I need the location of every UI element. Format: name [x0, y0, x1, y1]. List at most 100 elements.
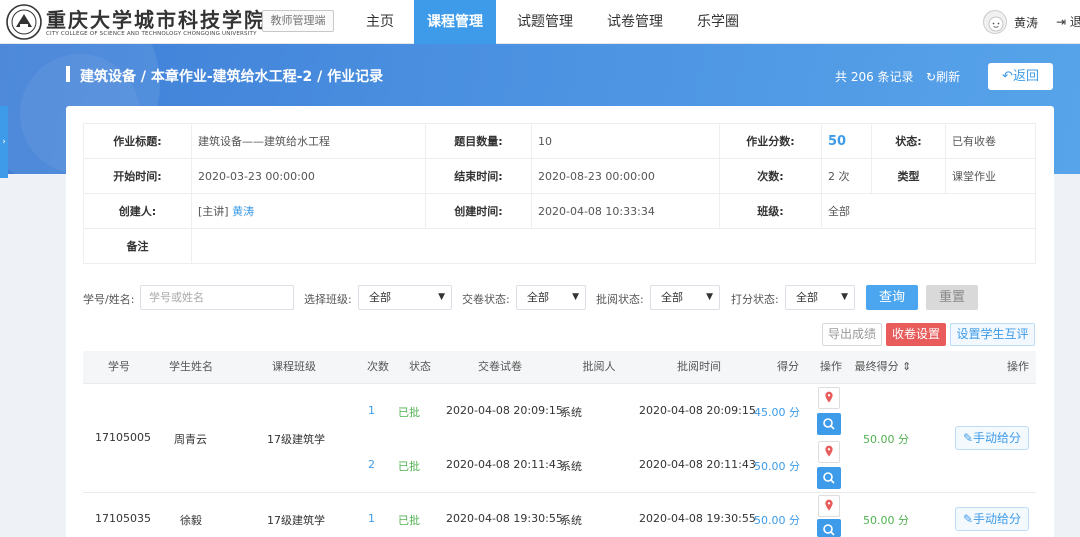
final-score: 50.00 分 — [863, 514, 909, 527]
avatar[interactable] — [983, 10, 1007, 34]
school-name-en: CITY COLLEGE OF SCIENCE AND TECHNOLOGY C… — [46, 31, 257, 37]
row-divider — [83, 492, 1036, 493]
final-score: 50.00 分 — [863, 433, 909, 446]
flag-button[interactable] — [818, 441, 840, 463]
grade-filter-label: 打分状态: — [731, 293, 779, 306]
attempt-score: 50.00 分 — [754, 460, 800, 473]
zoom-icon — [823, 524, 835, 536]
review-time: 2020-04-08 20:09:15 — [639, 404, 756, 417]
attempt-status: 已批 — [398, 460, 420, 473]
created-time-label: 创建时间: — [425, 193, 532, 229]
status-label: 状态: — [871, 123, 946, 159]
nav-course-management[interactable]: 课程管理 — [414, 0, 496, 44]
logout-button[interactable]: ⇥ 退 — [1056, 13, 1080, 30]
count-label: 题目数量: — [425, 123, 532, 159]
pin-icon — [825, 445, 833, 457]
submit-select-value: 全部 — [527, 291, 549, 304]
grade-status-select[interactable]: 全部 ▼ — [785, 285, 855, 310]
submit-status-select[interactable]: 全部 ▼ — [516, 285, 586, 310]
caret-down-icon: ▼ — [438, 292, 445, 302]
col-status: 状态 — [409, 360, 431, 373]
export-scores-button[interactable]: 导出成绩 — [822, 323, 882, 346]
back-icon: ↶ — [1002, 69, 1013, 84]
pin-icon — [825, 499, 833, 511]
creator-role: [主讲] — [198, 205, 229, 218]
col-final-score-label: 最终得分 — [854, 360, 899, 373]
view-paper-button[interactable] — [817, 467, 841, 489]
nav-home[interactable]: 主页 — [352, 0, 408, 44]
collect-settings-button[interactable]: 收卷设置 — [886, 323, 946, 346]
attempt-number[interactable]: 1 — [368, 512, 375, 525]
note-label: 备注 — [83, 228, 192, 264]
table-header: 学号 学生姓名 课程班级 次数 状态 交卷试卷 批阅人 批阅时间 得分 操作 最… — [83, 351, 1036, 383]
col-review-time: 批阅时间 — [677, 360, 721, 373]
manual-grade-button[interactable]: ✎手动给分 — [955, 426, 1029, 450]
title-label: 作业标题: — [83, 123, 192, 159]
student-class: 17级建筑学 — [267, 514, 325, 527]
col-action: 操作 — [820, 360, 842, 373]
student-id: 17105005 — [95, 431, 151, 444]
flag-button[interactable] — [818, 387, 840, 409]
view-paper-button[interactable] — [817, 519, 841, 537]
caret-down-icon: ▼ — [572, 292, 579, 302]
logout-icon: ⇥ — [1056, 15, 1067, 29]
creator-value: [主讲] 黄涛 — [191, 193, 426, 229]
caret-down-icon: ▼ — [706, 292, 713, 302]
attempt-number[interactable]: 2 — [368, 458, 375, 471]
flag-button[interactable] — [818, 495, 840, 517]
start-time-value: 2020-03-23 00:00:00 — [191, 158, 426, 194]
top-navbar: 重庆大学城市科技学院 CITY COLLEGE OF SCIENCE AND T… — [0, 0, 1080, 44]
submit-filter-label: 交卷状态: — [462, 293, 510, 306]
record-count: 共 206 条记录 — [835, 70, 914, 84]
col-attempt: 次数 — [367, 360, 389, 373]
nav-paper-management[interactable]: 试卷管理 — [596, 0, 674, 44]
nav-learning-circle[interactable]: 乐学圈 — [688, 0, 748, 44]
nav-question-management[interactable]: 试题管理 — [506, 0, 584, 44]
attempt-status: 已批 — [398, 514, 420, 527]
user-avatar-icon — [984, 11, 1006, 33]
count-value: 10 — [531, 123, 720, 159]
type-value: 课堂作业 — [945, 158, 1036, 194]
submit-time: 2020-04-08 19:30:55 — [446, 512, 563, 525]
attempt-number[interactable]: 1 — [368, 404, 375, 417]
start-time-label: 开始时间: — [83, 158, 192, 194]
creator-link[interactable]: 黄涛 — [232, 205, 254, 218]
class-value: 全部 — [821, 193, 1036, 229]
query-button[interactable]: 查询 — [866, 285, 918, 310]
creator-label: 创建人: — [83, 193, 192, 229]
class-select-value: 全部 — [369, 291, 391, 304]
title-value: 建筑设备——建筑给水工程 — [191, 123, 426, 159]
logout-label: 退 — [1069, 15, 1080, 29]
review-filter-label: 批阅状态: — [596, 293, 644, 306]
user-name[interactable]: 黄涛 — [1014, 14, 1038, 31]
review-time: 2020-04-08 19:30:55 — [639, 512, 756, 525]
submit-time: 2020-04-08 20:11:43 — [446, 458, 563, 471]
student-search-input[interactable]: 学号或姓名 — [140, 285, 294, 310]
sidebar-toggle[interactable]: › — [0, 106, 8, 178]
peer-review-button[interactable]: 设置学生互评 — [950, 323, 1035, 346]
refresh-icon: ↻ — [926, 70, 937, 84]
student-filter-label: 学号/姓名: — [83, 293, 135, 306]
zoom-icon — [823, 472, 835, 484]
col-reviewer: 批阅人 — [582, 360, 616, 373]
times-label: 次数: — [719, 158, 822, 194]
review-status-select[interactable]: 全部 ▼ — [650, 285, 720, 310]
student-name: 徐毅 — [180, 514, 202, 527]
manual-grade-button[interactable]: ✎手动给分 — [955, 507, 1029, 531]
note-value — [191, 228, 1036, 264]
times-value: 2 次 — [821, 158, 872, 194]
review-select-value: 全部 — [661, 291, 683, 304]
view-paper-button[interactable] — [817, 413, 841, 435]
reset-button[interactable]: 重置 — [926, 285, 978, 310]
refresh-button[interactable]: ↻刷新 — [926, 68, 960, 85]
attempt-score: 45.00 分 — [754, 406, 800, 419]
type-label: 类型 — [871, 158, 946, 194]
school-name: 重庆大学城市科技学院 — [46, 8, 266, 32]
portal-badge: 教师管理端 — [262, 10, 334, 32]
pin-icon — [825, 391, 833, 403]
student-search-placeholder: 学号或姓名 — [149, 291, 204, 304]
back-button[interactable]: ↶返回 — [988, 63, 1053, 90]
class-select[interactable]: 全部 ▼ — [358, 285, 452, 310]
student-name: 周青云 — [174, 433, 207, 446]
col-final-score[interactable]: 最终得分 ⇕ — [853, 351, 913, 383]
